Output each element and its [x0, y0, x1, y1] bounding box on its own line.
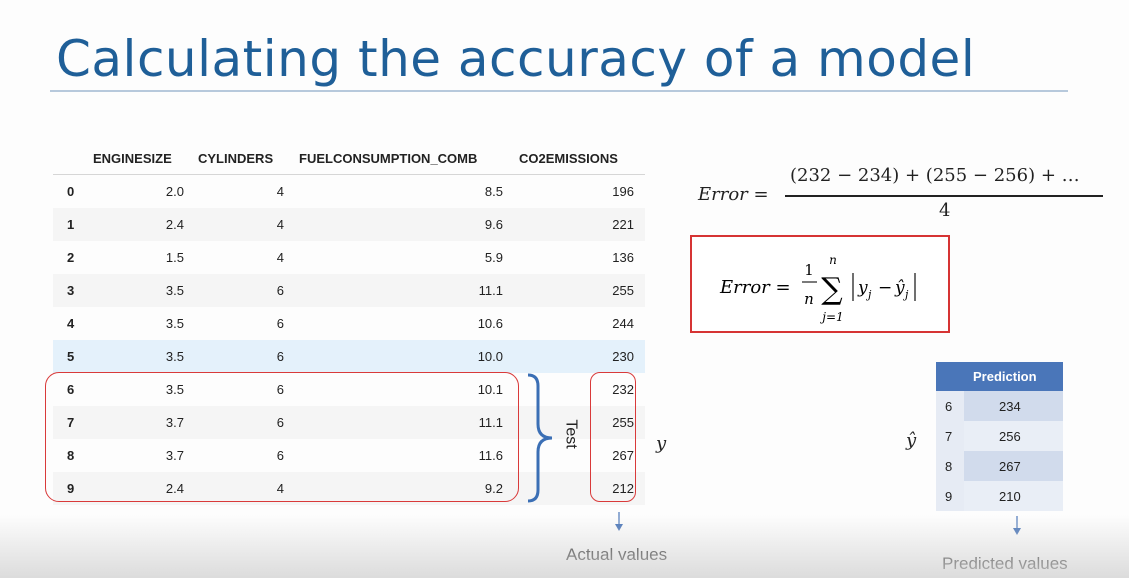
fraction-bar	[785, 195, 1103, 197]
error-lhs: Error =	[698, 184, 769, 205]
mae-sigma: ∑	[821, 272, 843, 307]
cell-co2emissions: 196	[612, 184, 634, 199]
cell-cylinders: 6	[276, 349, 284, 364]
header-fuelconsumption: FUELCONSUMPTION_COMB	[299, 151, 478, 166]
cell-fuelconsumption: 8.5	[484, 184, 503, 199]
yhat-label: ŷ	[906, 430, 917, 451]
prediction-index-cell: 6	[936, 391, 964, 421]
row-index: 1	[67, 217, 75, 232]
cell-cylinders: 6	[276, 316, 284, 331]
table-row: 1 2.4 4 9.6 221	[53, 208, 645, 241]
cell-cylinders: 6	[276, 283, 284, 298]
cell-fuelconsumption: 5.9	[484, 250, 503, 265]
title-divider	[50, 90, 1068, 92]
cell-fuelconsumption: 10.0	[477, 349, 503, 364]
prediction-index: 8	[945, 459, 953, 474]
cell-co2emissions: 221	[612, 217, 634, 232]
actual-values-label: Actual values	[566, 545, 668, 564]
mae-formula: Error = 1 n n ∑ j=1 y j − ŷ j	[719, 253, 916, 324]
arrow-down-icon	[615, 512, 623, 531]
cell-enginesize: 3.5	[165, 349, 184, 364]
prediction-index: 7	[945, 429, 953, 444]
cell-enginesize: 1.5	[165, 250, 184, 265]
cell-enginesize: 3.5	[165, 316, 184, 331]
prediction-header: Prediction	[936, 362, 1063, 391]
prediction-value-cell: 210	[964, 481, 1063, 511]
prediction-value: 234	[999, 399, 1021, 414]
cell-enginesize: 2.4	[165, 217, 184, 232]
prediction-index: 6	[945, 399, 953, 414]
header-enginesize: ENGINESIZE	[93, 151, 172, 166]
actual-values-highlight-box	[590, 372, 636, 502]
cell-co2emissions: 230	[612, 349, 634, 364]
cell-cylinders: 4	[276, 217, 284, 232]
prediction-value-cell: 267	[964, 451, 1063, 481]
prediction-value: 210	[999, 489, 1021, 504]
mae-sum-lower: j=1	[819, 310, 843, 324]
cell-fuelconsumption: 11.1	[478, 283, 503, 298]
row-index: 2	[67, 250, 75, 265]
test-label: Test	[562, 419, 580, 449]
mae-lhs: Error =	[719, 277, 791, 298]
slide-title: Calculating the accuracy of a model	[56, 30, 976, 88]
header-co2emissions: CO2EMISSIONS	[519, 151, 618, 166]
row-index: 3	[67, 283, 75, 298]
mae-formula-box: Error = 1 n n ∑ j=1 y j − ŷ j	[690, 235, 950, 333]
prediction-index-cell: 9	[936, 481, 964, 511]
table-row: 3 3.5 6 11.1 255	[53, 274, 645, 307]
mae-minus: −	[878, 278, 892, 298]
cell-co2emissions: 136	[612, 250, 634, 265]
cell-enginesize: 2.0	[165, 184, 184, 199]
table-row: 4 3.5 6 10.6 244	[53, 307, 645, 340]
prediction-value: 256	[999, 429, 1021, 444]
header-cylinders: CYLINDERS	[198, 151, 274, 166]
cell-cylinders: 4	[276, 184, 284, 199]
predicted-values-label: Predicted values	[942, 554, 1068, 573]
prediction-value: 267	[999, 459, 1021, 474]
table-header: ENGINESIZE CYLINDERS FUELCONSUMPTION_COM…	[53, 142, 645, 175]
row-index: 0	[67, 184, 75, 199]
table-row: 5 3.5 6 10.0 230	[53, 340, 645, 373]
row-index: 4	[67, 316, 75, 331]
prediction-table: Prediction 6 234 7 256 8 267 9 210	[936, 362, 1063, 511]
prediction-row: 6 234	[936, 391, 1063, 421]
cell-fuelconsumption: 9.6	[484, 217, 503, 232]
table-row: 0 2.0 4 8.5 196	[53, 175, 645, 208]
prediction-index: 9	[945, 489, 953, 504]
mae-sum-upper: n	[829, 253, 837, 267]
prediction-row: 9 210	[936, 481, 1063, 511]
table-row: 2 1.5 4 5.9 136	[53, 241, 645, 274]
prediction-index-cell: 8	[936, 451, 964, 481]
error-numerator: (232 − 234) + (255 − 256) + …	[790, 165, 1080, 186]
arrow-down-icon	[1013, 516, 1021, 535]
prediction-value-cell: 234	[964, 391, 1063, 421]
cell-co2emissions: 244	[612, 316, 634, 331]
mae-yhat: ŷ	[894, 278, 905, 298]
mae-frac-num: 1	[804, 261, 814, 279]
row-index: 5	[67, 349, 75, 364]
test-rows-highlight-box	[45, 372, 519, 502]
prediction-header-label: Prediction	[973, 369, 1037, 384]
error-example-formula: Error = (232 − 234) + (255 − 256) + … 4	[695, 165, 1115, 225]
error-denominator: 4	[939, 200, 951, 221]
cell-cylinders: 4	[276, 250, 284, 265]
prediction-row: 7 256	[936, 421, 1063, 451]
prediction-body: 6 234 7 256 8 267 9 210	[936, 391, 1063, 511]
cell-fuelconsumption: 10.6	[477, 316, 503, 331]
prediction-row: 8 267	[936, 451, 1063, 481]
mae-y: y	[857, 278, 868, 298]
cell-co2emissions: 255	[612, 283, 634, 298]
y-label: y	[656, 433, 667, 454]
prediction-index-cell: 7	[936, 421, 964, 451]
mae-frac-den: n	[804, 290, 814, 308]
slide: Calculating the accuracy of a model ENGI…	[0, 0, 1129, 578]
curly-brace-icon	[527, 373, 553, 503]
prediction-value-cell: 256	[964, 421, 1063, 451]
cell-enginesize: 3.5	[165, 283, 184, 298]
